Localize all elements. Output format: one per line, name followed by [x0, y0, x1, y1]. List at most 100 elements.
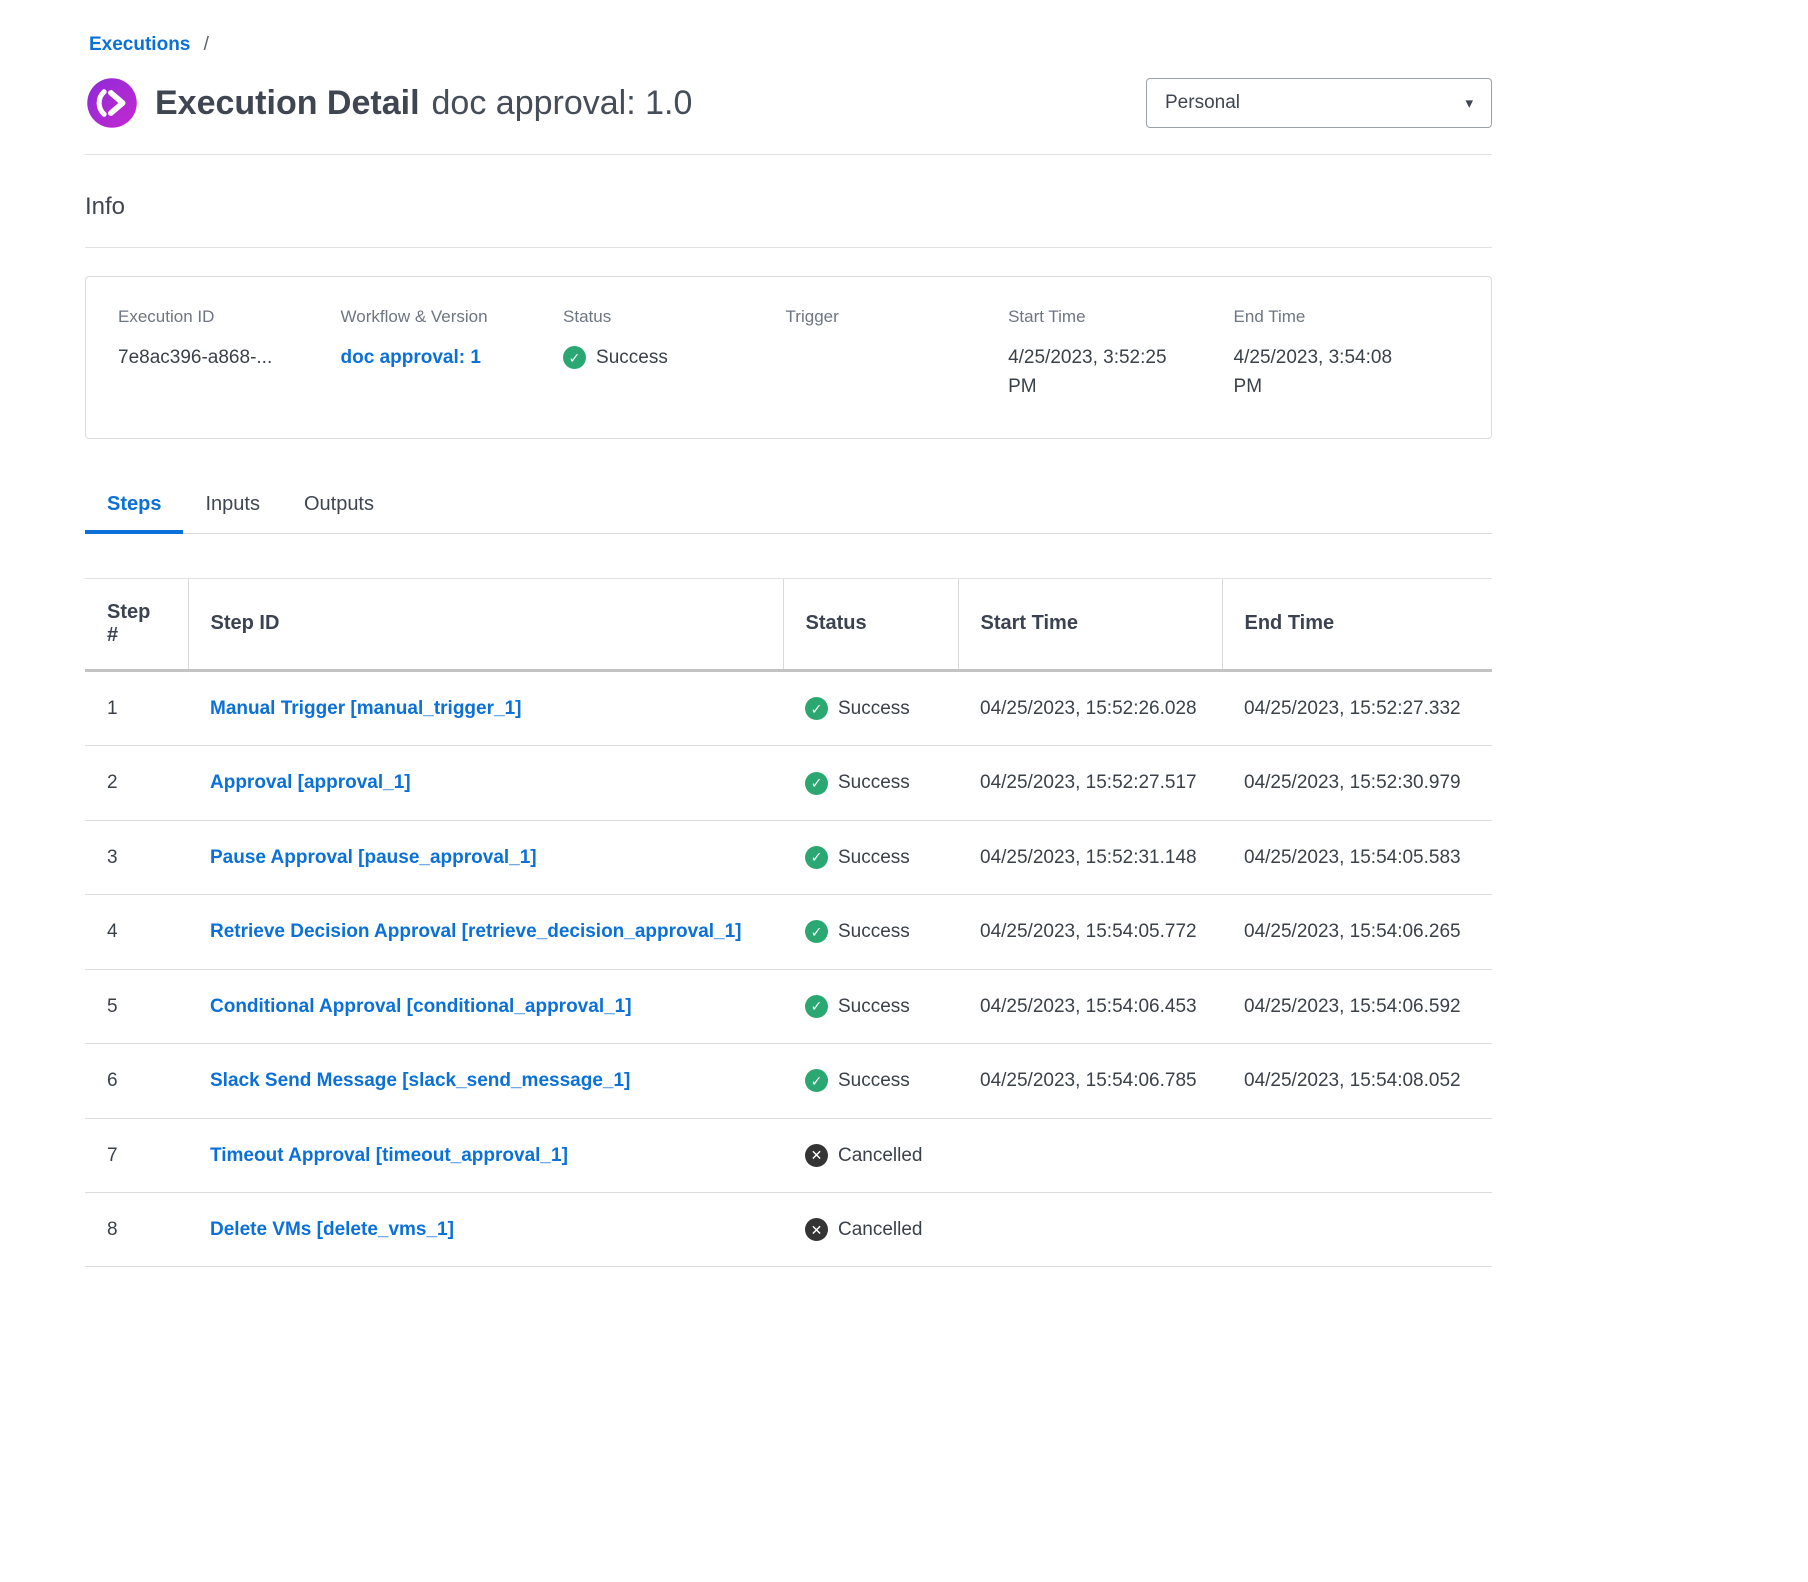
- info-label: Execution ID: [118, 307, 317, 327]
- start-time-value: 4/25/2023, 3:52:25 PM: [1008, 343, 1198, 402]
- step-start-time: 04/25/2023, 15:52:26.028: [958, 670, 1222, 745]
- info-field-end-time: End Time 4/25/2023, 3:54:08 PM: [1234, 307, 1459, 402]
- step-status: Success: [838, 1066, 910, 1095]
- cancelled-icon: ✕: [805, 1218, 828, 1241]
- step-status: Cancelled: [838, 1141, 923, 1170]
- step-start-time: 04/25/2023, 15:54:06.785: [958, 1044, 1222, 1118]
- breadcrumb-executions-link[interactable]: Executions: [89, 34, 190, 55]
- workflow-logo-icon: [85, 76, 139, 130]
- step-link[interactable]: Manual Trigger [manual_trigger_1]: [210, 698, 521, 719]
- cancelled-icon: ✕: [805, 1144, 828, 1167]
- scope-dropdown[interactable]: Personal ▾: [1146, 78, 1492, 128]
- tab-steps[interactable]: Steps: [85, 483, 183, 534]
- page-subtitle: doc approval: 1.0: [432, 83, 693, 124]
- step-link[interactable]: Delete VMs [delete_vms_1]: [210, 1219, 454, 1240]
- workflow-version-link[interactable]: doc approval: 1: [341, 347, 481, 368]
- step-link[interactable]: Retrieve Decision Approval [retrieve_dec…: [210, 921, 742, 942]
- table-row: 6 Slack Send Message [slack_send_message…: [85, 1044, 1492, 1118]
- table-header-row: Step # Step ID Status Start Time End Tim…: [85, 578, 1492, 670]
- step-num: 5: [85, 969, 188, 1043]
- table-row: 2 Approval [approval_1] ✓ Success 04/25/2…: [85, 746, 1492, 820]
- step-status: Success: [838, 917, 910, 946]
- step-num: 2: [85, 746, 188, 820]
- breadcrumb: Executions /: [89, 34, 1492, 56]
- info-label: Workflow & Version: [341, 307, 540, 327]
- step-link[interactable]: Timeout Approval [timeout_approval_1]: [210, 1145, 568, 1166]
- page-title: Execution Detail: [155, 83, 420, 124]
- table-row: 8 Delete VMs [delete_vms_1] ✕ Cancelled: [85, 1192, 1492, 1266]
- table-row: 7 Timeout Approval [timeout_approval_1] …: [85, 1118, 1492, 1192]
- step-num: 7: [85, 1118, 188, 1192]
- step-status: Success: [838, 992, 910, 1021]
- col-header-start-time: Start Time: [958, 578, 1222, 670]
- success-icon: ✓: [805, 920, 828, 943]
- info-field-workflow-version: Workflow & Version doc approval: 1: [341, 307, 564, 372]
- step-status: Cancelled: [838, 1215, 923, 1244]
- info-label: Start Time: [1008, 307, 1209, 327]
- title-row: Execution Detail doc approval: 1.0 Perso…: [85, 76, 1492, 130]
- chevron-down-icon: ▾: [1465, 94, 1473, 112]
- step-link[interactable]: Pause Approval [pause_approval_1]: [210, 847, 537, 868]
- info-field-status: Status ✓ Success: [563, 307, 786, 372]
- steps-table: Step # Step ID Status Start Time End Tim…: [85, 578, 1492, 1268]
- success-icon: ✓: [805, 846, 828, 869]
- table-row: 3 Pause Approval [pause_approval_1] ✓ Suc…: [85, 820, 1492, 894]
- col-header-step-num: Step #: [85, 578, 188, 670]
- info-label: Trigger: [786, 307, 985, 327]
- table-row: 5 Conditional Approval [conditional_appr…: [85, 969, 1492, 1043]
- step-num: 4: [85, 895, 188, 969]
- execution-detail-page: Executions / Execution Detail doc approv…: [85, 0, 1492, 1267]
- info-label: Status: [563, 307, 762, 327]
- step-end-time: 04/25/2023, 15:54:08.052: [1222, 1044, 1492, 1118]
- step-status: Success: [838, 768, 910, 797]
- col-header-status: Status: [783, 578, 958, 670]
- step-num: 8: [85, 1192, 188, 1266]
- info-card: Execution ID 7e8ac396-a868-... Workflow …: [85, 276, 1492, 439]
- tab-outputs[interactable]: Outputs: [282, 483, 396, 534]
- step-num: 1: [85, 670, 188, 745]
- tab-inputs[interactable]: Inputs: [183, 483, 281, 534]
- col-header-step-id: Step ID: [188, 578, 783, 670]
- step-link[interactable]: Conditional Approval [conditional_approv…: [210, 996, 632, 1017]
- step-num: 3: [85, 820, 188, 894]
- step-start-time: 04/25/2023, 15:52:27.517: [958, 746, 1222, 820]
- info-section-title: Info: [85, 193, 1492, 221]
- detail-tabs: Steps Inputs Outputs: [85, 483, 1492, 534]
- step-start-time: [958, 1192, 1222, 1266]
- step-end-time: 04/25/2023, 15:54:06.592: [1222, 969, 1492, 1043]
- divider: [85, 247, 1492, 248]
- step-end-time: 04/25/2023, 15:52:30.979: [1222, 746, 1492, 820]
- step-end-time: [1222, 1192, 1492, 1266]
- breadcrumb-separator: /: [204, 34, 209, 55]
- info-field-trigger: Trigger: [786, 307, 1009, 343]
- step-status: Success: [838, 843, 910, 872]
- scope-dropdown-value: Personal: [1165, 92, 1240, 114]
- table-row: 4 Retrieve Decision Approval [retrieve_d…: [85, 895, 1492, 969]
- success-icon: ✓: [563, 346, 586, 369]
- success-icon: ✓: [805, 1069, 828, 1092]
- step-end-time: [1222, 1118, 1492, 1192]
- status-value: Success: [596, 343, 668, 372]
- step-end-time: 04/25/2023, 15:54:06.265: [1222, 895, 1492, 969]
- info-field-execution-id: Execution ID 7e8ac396-a868-...: [118, 307, 341, 372]
- step-start-time: 04/25/2023, 15:54:06.453: [958, 969, 1222, 1043]
- divider: [85, 154, 1492, 155]
- info-field-start-time: Start Time 4/25/2023, 3:52:25 PM: [1008, 307, 1233, 402]
- execution-id-value: 7e8ac396-a868-...: [118, 343, 308, 372]
- step-status: Success: [838, 694, 910, 723]
- info-label: End Time: [1234, 307, 1435, 327]
- step-start-time: 04/25/2023, 15:54:05.772: [958, 895, 1222, 969]
- col-header-end-time: End Time: [1222, 578, 1492, 670]
- step-link[interactable]: Approval [approval_1]: [210, 772, 411, 793]
- step-end-time: 04/25/2023, 15:52:27.332: [1222, 670, 1492, 745]
- end-time-value: 4/25/2023, 3:54:08 PM: [1234, 343, 1424, 402]
- step-num: 6: [85, 1044, 188, 1118]
- table-row: 1 Manual Trigger [manual_trigger_1] ✓ Suc…: [85, 670, 1492, 745]
- page-heading: Execution Detail doc approval: 1.0: [155, 83, 692, 124]
- success-icon: ✓: [805, 995, 828, 1018]
- step-start-time: 04/25/2023, 15:52:31.148: [958, 820, 1222, 894]
- success-icon: ✓: [805, 697, 828, 720]
- success-icon: ✓: [805, 772, 828, 795]
- step-link[interactable]: Slack Send Message [slack_send_message_1…: [210, 1070, 630, 1091]
- step-end-time: 04/25/2023, 15:54:05.583: [1222, 820, 1492, 894]
